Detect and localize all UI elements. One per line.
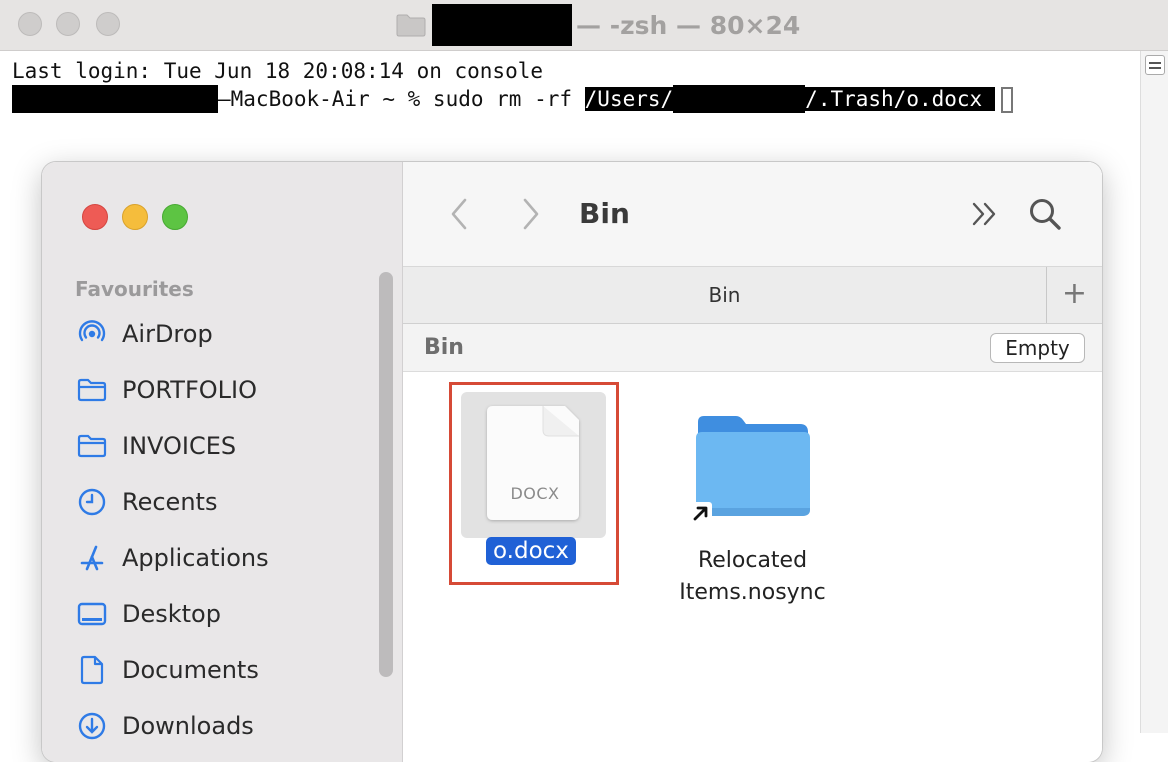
zoom-button[interactable] [162,204,188,230]
sidebar-scrollbar[interactable] [379,272,393,677]
bin-header-title: Bin [424,335,464,360]
redacted-hostname [12,85,218,113]
window-title: Bin [579,197,630,230]
more-toolbar-button[interactable] [965,194,1005,234]
sidebar-item-recents[interactable]: Recents [76,482,376,522]
sidebar-item-label: PORTFOLIO [122,376,257,404]
forward-button[interactable] [511,194,551,234]
finder-toolbar: Bin [403,162,1102,266]
new-tab-button[interactable]: + [1046,267,1102,323]
path-end: /.Trash/o.docx [805,87,995,111]
document-icon [76,654,108,686]
applications-icon [76,542,108,574]
sidebar-item-label: Recents [122,488,218,516]
sidebar-item-label: INVOICES [122,432,237,460]
terminal-cursor [1000,87,1013,113]
sidebar-item-label: AirDrop [122,320,213,348]
empty-bin-button[interactable]: Empty [990,333,1085,363]
path-start: /Users/ [584,87,674,111]
folder-icon [76,374,108,406]
download-icon [76,710,108,742]
sidebar-item-desktop[interactable]: Desktop [76,594,376,634]
sidebar-item-documents[interactable]: Documents [76,650,376,690]
terminal-command-line: —MacBook-Air ~ % sudo rm -rf /Users/ /.Tr… [12,85,1013,113]
desktop-icon [76,598,108,630]
close-button[interactable] [82,204,108,230]
tab-bar: Bin + [403,266,1102,324]
menu-icon[interactable] [1145,55,1165,75]
highlight-box [449,382,619,585]
folder-name-line2: Items.nosync [679,580,826,605]
search-icon [1030,199,1061,230]
sidebar-item-label: Desktop [122,600,221,628]
clock-icon [76,486,108,518]
terminal-titlebar: — -zsh — 80×24 [0,0,1168,51]
bin-header: Bin Empty [403,324,1102,372]
terminal-title-text: — -zsh — 80×24 [576,10,801,40]
double-chevron-icon [972,202,996,226]
sidebar-item-portfolio[interactable]: PORTFOLIO [76,370,376,410]
airdrop-icon [76,318,108,350]
sidebar-item-applications[interactable]: Applications [76,538,376,578]
terminal-close-button[interactable] [18,12,42,36]
finder-sidebar: Favourites AirDrop PORTFOLIO INVOICES Re… [42,162,403,762]
terminal-title: — -zsh — 80×24 [396,4,801,46]
terminal-zoom-button[interactable] [96,12,120,36]
back-button[interactable] [439,194,479,234]
redacted-path-user [673,85,806,113]
folder-item-relocated[interactable] [688,412,818,527]
terminal-prompt: —MacBook-Air ~ % sudo rm -rf [218,87,585,111]
chevron-right-icon [523,198,539,230]
sidebar-item-label: Applications [122,544,269,572]
terminal-last-login: Last login: Tue Jun 18 20:08:14 on conso… [12,59,544,83]
minimize-button[interactable] [122,204,148,230]
folder-name-line1: Relocated [697,548,808,573]
folder-icon [76,430,108,462]
terminal-scrollbar[interactable] [1140,51,1168,733]
chevron-left-icon [451,198,467,230]
tab-bin[interactable]: Bin [403,267,1046,323]
alias-arrow-icon [690,502,712,524]
terminal-minimize-button[interactable] [56,12,80,36]
sidebar-item-invoices[interactable]: INVOICES [76,426,376,466]
folder-icon [396,14,426,37]
folder-name-relocated[interactable]: Relocated Items.nosync [650,545,855,609]
redacted-username [432,4,572,46]
search-button[interactable] [1025,194,1065,234]
sidebar-item-label: Downloads [122,712,254,740]
sidebar-item-airdrop[interactable]: AirDrop [76,314,376,354]
sidebar-item-label: Documents [122,656,259,684]
sidebar-section-favourites: Favourites [75,277,194,301]
sidebar-item-downloads[interactable]: Downloads [76,706,376,746]
